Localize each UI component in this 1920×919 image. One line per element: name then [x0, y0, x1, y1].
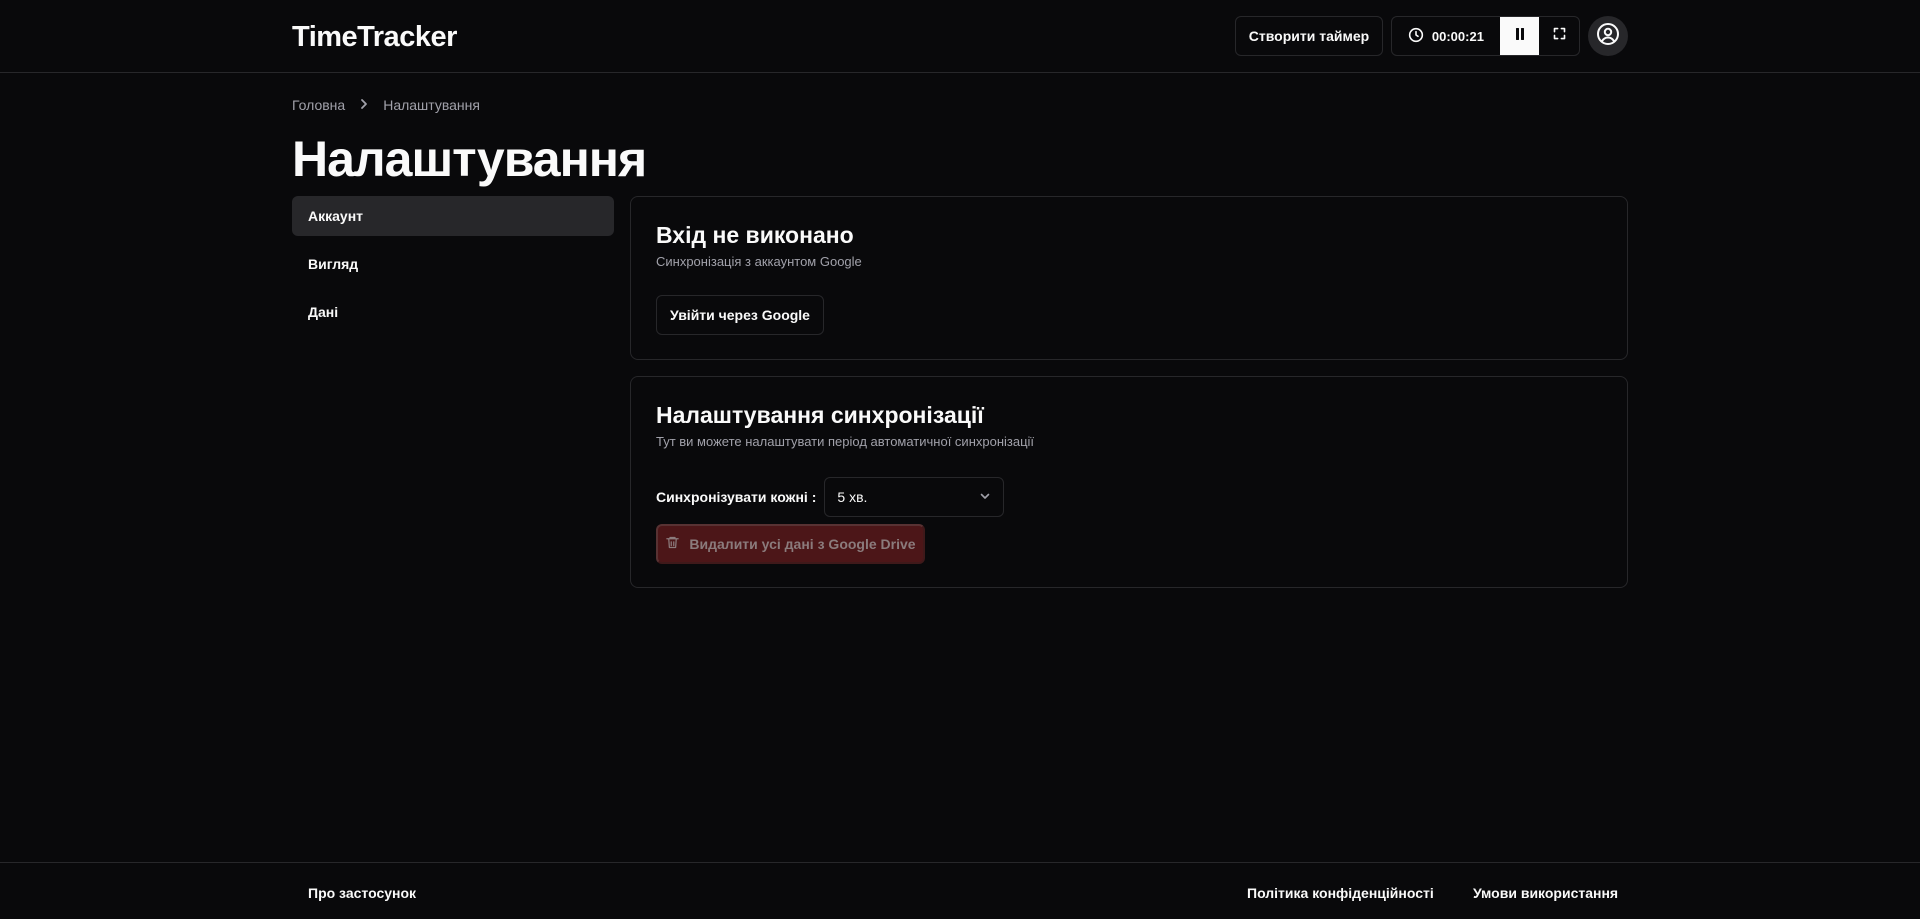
sidebar-item-account[interactable]: Аккаунт	[292, 196, 614, 236]
app-logo[interactable]: TimeTracker	[292, 21, 457, 54]
trash-icon	[665, 535, 680, 553]
create-timer-button[interactable]: Створити таймер	[1235, 16, 1383, 56]
user-circle-icon	[1596, 22, 1620, 51]
page-title: Налаштування	[292, 131, 647, 187]
breadcrumb: Головна Налаштування	[292, 97, 480, 113]
footer-privacy-link[interactable]: Політика конфіденційності	[1247, 885, 1434, 901]
chevron-down-icon	[979, 489, 991, 505]
pause-icon	[1514, 27, 1526, 46]
delete-drive-data-button[interactable]: Видалити усі дані з Google Drive	[656, 524, 925, 564]
account-card: Вхід не виконано Синхронізація з аккаунт…	[630, 196, 1628, 360]
sync-interval-value: 5 хв.	[837, 489, 868, 505]
google-login-button[interactable]: Увійти через Google	[656, 295, 824, 335]
app-header: TimeTracker Створити таймер 00:00:21	[0, 0, 1920, 73]
settings-sidebar: Аккаунт Вигляд Дані	[292, 196, 614, 340]
user-menu-button[interactable]	[1588, 16, 1628, 56]
fullscreen-button[interactable]	[1539, 17, 1579, 55]
sync-card-description: Тут ви можете налаштувати період автомат…	[656, 434, 1035, 449]
sync-card-title: Налаштування синхронізації	[656, 402, 984, 428]
sidebar-item-appearance[interactable]: Вигляд	[292, 244, 614, 284]
delete-button-label: Видалити усі дані з Google Drive	[689, 536, 916, 552]
timer-value: 00:00:21	[1431, 28, 1484, 44]
footer-about-link[interactable]: Про застосунок	[308, 885, 416, 901]
chevron-right-icon	[359, 97, 369, 113]
breadcrumb-home[interactable]: Головна	[292, 97, 345, 113]
sync-settings-card: Налаштування синхронізації Тут ви можете…	[630, 376, 1628, 588]
breadcrumb-current: Налаштування	[383, 97, 480, 113]
sync-interval-label: Синхронізувати кожні :	[656, 489, 817, 505]
footer-terms-link[interactable]: Умови використання	[1473, 885, 1618, 901]
active-timer-widget: 00:00:21	[1391, 16, 1580, 56]
timer-display[interactable]: 00:00:21	[1392, 17, 1500, 55]
fullscreen-icon	[1552, 26, 1567, 46]
account-card-description: Синхронізація з аккаунтом Google	[656, 254, 862, 269]
clock-icon	[1408, 27, 1424, 46]
app-footer: Про застосунок Політика конфіденційності…	[0, 862, 1920, 919]
sync-interval-select[interactable]: 5 хв.	[824, 477, 1005, 517]
pause-button[interactable]	[1499, 17, 1540, 55]
sidebar-item-data[interactable]: Дані	[292, 292, 614, 332]
sync-interval-row: Синхронізувати кожні : 5 хв.	[656, 477, 1005, 517]
account-card-title: Вхід не виконано	[656, 222, 854, 248]
